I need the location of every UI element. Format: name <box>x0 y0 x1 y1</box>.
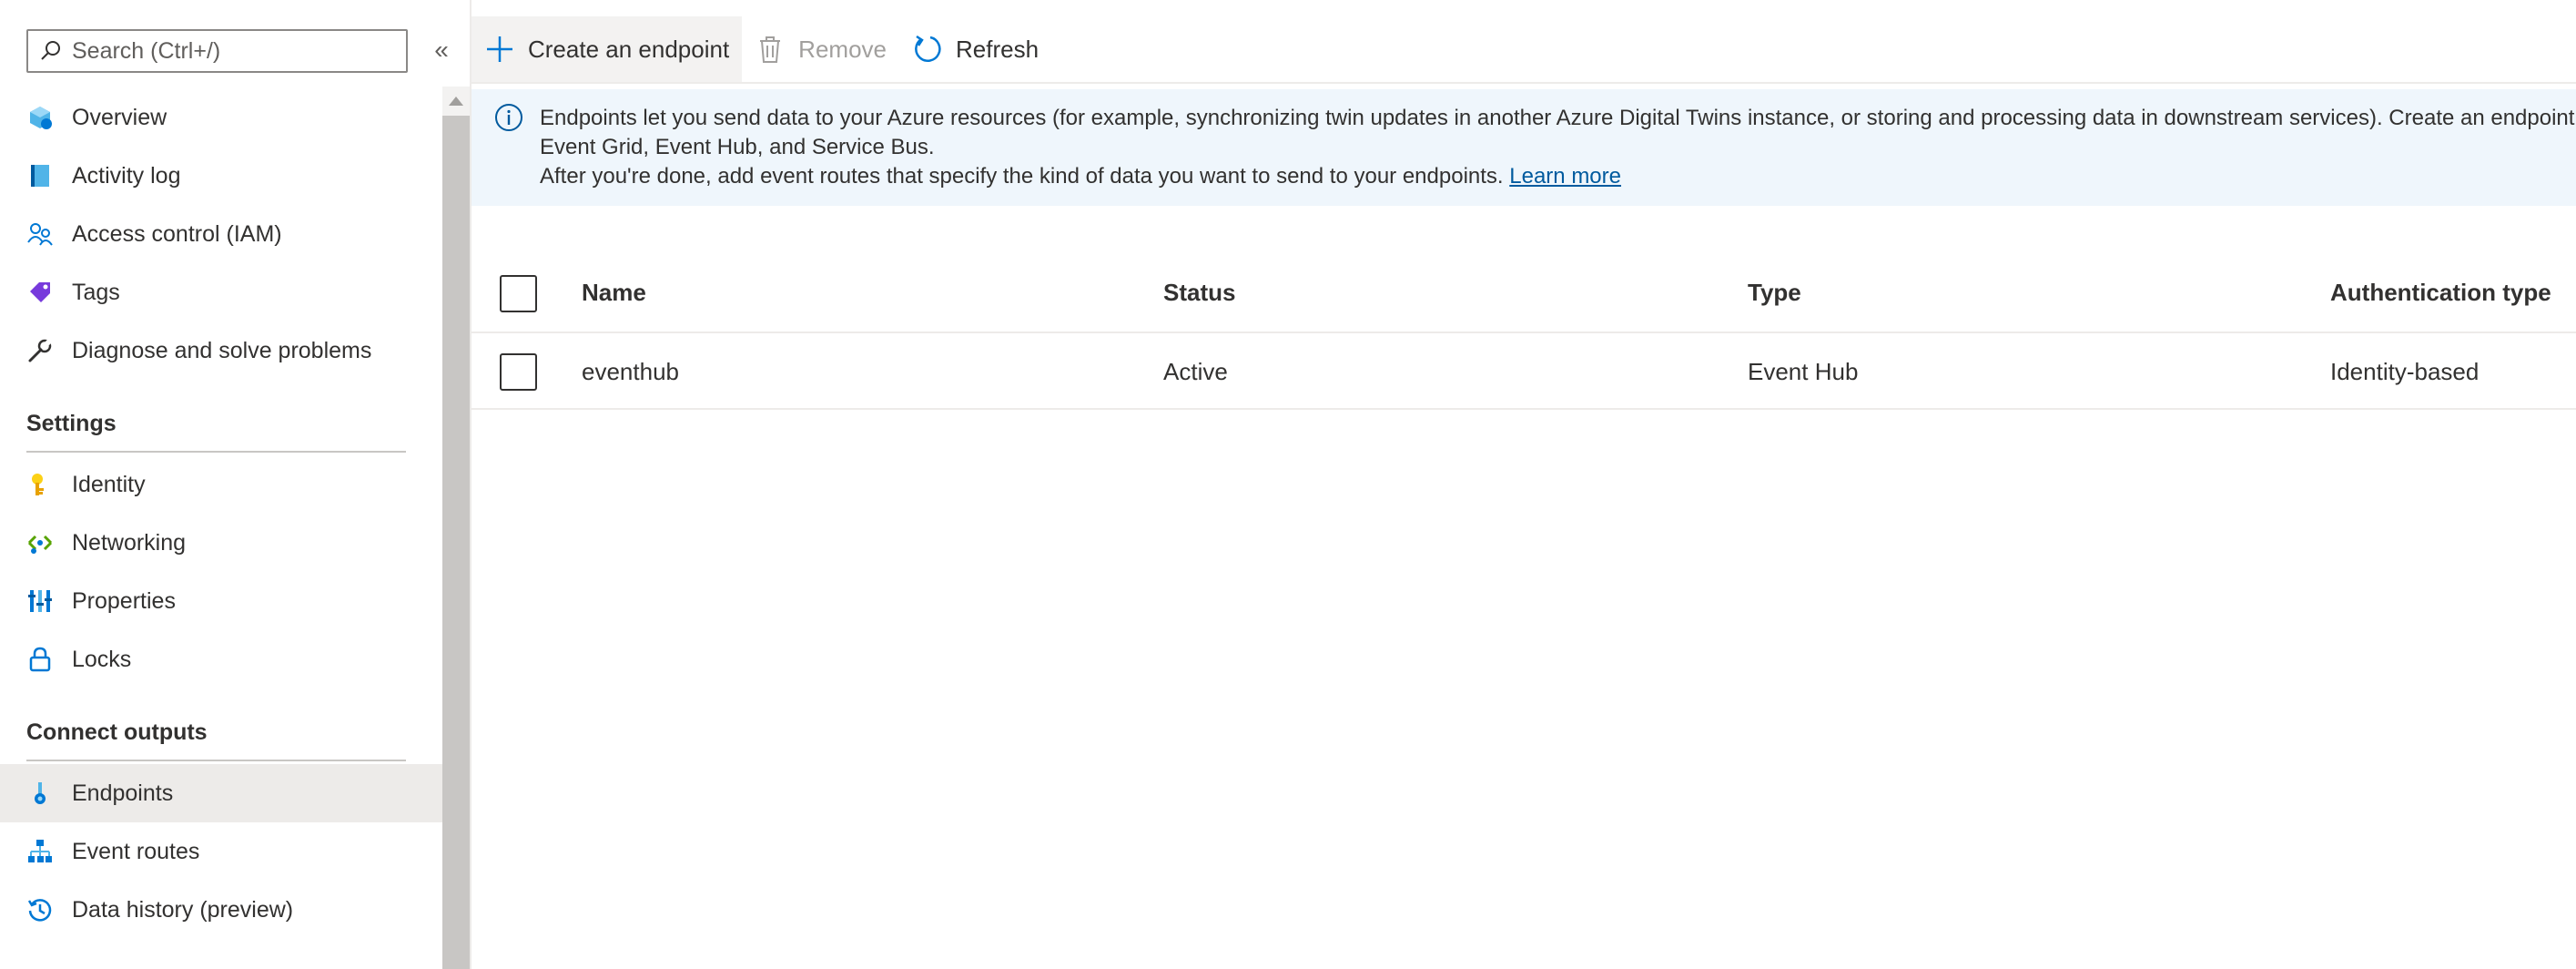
nav-label: Event routes <box>72 838 200 864</box>
nav-item-event-routes[interactable]: Event routes <box>0 822 442 881</box>
create-endpoint-button[interactable]: Create an endpoint <box>472 16 743 82</box>
section-header-settings: Settings <box>26 411 117 436</box>
nav-label: Diagnose and solve problems <box>72 337 372 363</box>
learn-more-link[interactable]: Learn more <box>1509 164 1621 189</box>
refresh-label: Refresh <box>956 35 1040 63</box>
section-header-connect-outputs: Connect outputs <box>26 719 208 745</box>
nav-label: Identity <box>72 471 146 497</box>
menu-scrollbar[interactable] <box>442 87 470 969</box>
command-bar-divider <box>472 82 2576 84</box>
nav-item-endpoints[interactable]: Endpoints <box>0 764 442 822</box>
column-header-name[interactable]: Name <box>582 279 646 307</box>
overview-icon <box>26 104 54 131</box>
networking-icon <box>26 529 54 556</box>
nav-item-overview[interactable]: Overview <box>0 88 442 147</box>
banner-line-3: After you're done, add event routes that… <box>540 162 2576 191</box>
refresh-icon <box>915 35 941 62</box>
lock-icon <box>26 646 54 673</box>
scroll-up-button[interactable] <box>442 87 470 116</box>
nav-label: Networking <box>72 529 187 556</box>
table-row[interactable]: eventhub Active Event Hub Identity-based <box>472 332 2576 410</box>
cell-auth-type: Identity-based <box>2330 358 2480 385</box>
collapse-menu-button[interactable]: « <box>428 36 455 64</box>
iam-icon <box>26 220 54 248</box>
endpoints-page: « Overview Activity log Access control (… <box>0 0 2576 969</box>
history-icon <box>26 896 54 923</box>
tag-icon <box>26 279 54 306</box>
banner-line-3-text: After you're done, add event routes that… <box>540 164 1504 189</box>
row-checkbox[interactable] <box>500 353 537 391</box>
trash-icon <box>760 36 781 63</box>
create-endpoint-label: Create an endpoint <box>528 35 730 63</box>
nav-item-activity-log[interactable]: Activity log <box>0 147 442 205</box>
table-header: Name Status Type Authentication type <box>472 253 2576 332</box>
cell-status: Active <box>1163 358 1228 385</box>
nav-label: Locks <box>72 646 132 672</box>
key-icon <box>26 471 54 498</box>
nav-item-identity[interactable]: Identity <box>0 455 442 514</box>
info-icon <box>495 104 522 131</box>
nav-item-locks[interactable]: Locks <box>0 630 442 688</box>
nav-item-iam[interactable]: Access control (IAM) <box>0 205 442 263</box>
column-header-status[interactable]: Status <box>1163 279 1235 307</box>
resource-menu: « Overview Activity log Access control (… <box>0 0 449 969</box>
column-header-auth-type[interactable]: Authentication type <box>2330 279 2551 307</box>
double-chevron-left-icon: « <box>434 36 449 64</box>
nav-label: Data history (preview) <box>72 896 294 923</box>
section-divider <box>26 451 406 453</box>
nav-label: Endpoints <box>72 780 174 806</box>
menu-search-box[interactable] <box>26 29 408 73</box>
column-header-type[interactable]: Type <box>1748 279 1801 307</box>
search-input[interactable] <box>72 37 400 65</box>
search-icon <box>41 41 60 60</box>
nav-label: Tags <box>72 279 120 305</box>
nav-label: Properties <box>72 587 176 614</box>
banner-line-1: Endpoints let you send data to your Azur… <box>540 106 2576 130</box>
endpoint-icon <box>26 780 54 807</box>
section-divider <box>26 760 406 761</box>
cell-type: Event Hub <box>1748 358 1859 385</box>
cell-name[interactable]: eventhub <box>582 358 679 386</box>
nav-item-networking[interactable]: Networking <box>0 514 442 572</box>
properties-icon <box>26 587 54 615</box>
activity-log-icon <box>26 162 54 189</box>
wrench-icon <box>26 337 54 364</box>
nav-item-data-history[interactable]: Data history (preview) <box>0 881 442 939</box>
remove-label: Remove <box>798 35 887 63</box>
plus-icon <box>487 36 512 62</box>
nav-item-tags[interactable]: Tags <box>0 263 442 321</box>
nav-label: Access control (IAM) <box>72 220 282 247</box>
nav-item-diagnose[interactable]: Diagnose and solve problems <box>0 321 442 380</box>
select-all-checkbox[interactable] <box>500 275 537 312</box>
caret-up-icon <box>449 97 463 106</box>
nav-item-properties[interactable]: Properties <box>0 572 442 630</box>
remove-button[interactable]: Remove <box>742 16 899 82</box>
info-banner: Endpoints let you send data to your Azur… <box>472 89 2576 206</box>
command-bar: Create an endpoint Remove Refresh <box>472 16 1051 82</box>
banner-line-2: Event Grid, Event Hub, and Service Bus. <box>540 135 935 159</box>
nav-label: Activity log <box>72 162 181 189</box>
event-routes-icon <box>26 838 54 865</box>
banner-message: Endpoints let you send data to your Azur… <box>540 104 2576 191</box>
refresh-button[interactable]: Refresh <box>899 16 1051 82</box>
nav-label: Overview <box>72 104 167 130</box>
